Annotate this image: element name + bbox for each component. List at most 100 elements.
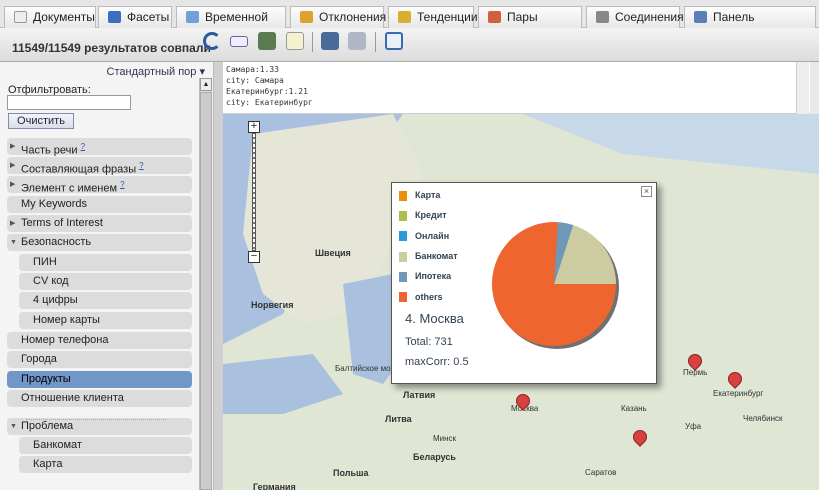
sidebar-scrollbar[interactable]: ▲	[199, 78, 212, 490]
facet-label: Составляющая фразы	[21, 163, 137, 176]
collapsed-arrow-icon[interactable]: ▶	[10, 138, 15, 155]
facet-item[interactable]: ▶ Часть речи ?	[7, 138, 192, 157]
sort-label: Стандартный пор	[106, 66, 197, 78]
refresh-icon[interactable]	[203, 32, 221, 50]
facet-item[interactable]: Банкомат	[19, 437, 192, 454]
legend-label: Ипотека	[415, 271, 452, 282]
help-link[interactable]: ?	[139, 161, 143, 170]
facet-label: Элемент с именем	[21, 182, 118, 195]
help-link[interactable]: ?	[120, 180, 124, 189]
info-scrollbar[interactable]	[796, 62, 809, 114]
map-label: Уфа	[685, 422, 702, 431]
facet-item[interactable]: Номер телефона	[7, 332, 192, 349]
info-line: city: Екатеринбург	[226, 98, 313, 107]
legend-item: Ипотека	[399, 271, 451, 282]
tab-connections[interactable]: Соединения	[586, 6, 684, 28]
expanded-arrow-icon[interactable]: ▼	[10, 418, 17, 435]
help-link[interactable]: ?	[81, 142, 85, 151]
legend-item: Кредит	[399, 210, 447, 221]
divider	[312, 32, 313, 52]
pie-chart	[492, 222, 619, 349]
map-label: Балтийское море	[335, 364, 400, 373]
facet-label: Номер телефона	[21, 334, 109, 346]
map-label: Минск	[433, 434, 457, 443]
facet-item[interactable]: ▶ Terms of Interest	[7, 215, 192, 232]
tab-trends[interactable]: Тенденции	[388, 6, 478, 28]
facet-item[interactable]: ▼ Безопасность	[7, 234, 192, 251]
facet-label: CV код	[33, 275, 69, 287]
tab-documents[interactable]: Документы	[4, 6, 96, 28]
zoom-slider[interactable]	[252, 133, 256, 251]
map-label: Беларусь	[413, 452, 456, 462]
facet-label: Банкомат	[33, 439, 82, 451]
connections-icon	[596, 11, 609, 23]
tab-facets[interactable]: Фасеты	[98, 6, 172, 28]
sidebar: Стандартный пор ▾ Отфильтровать: Очистит…	[0, 62, 214, 490]
collapsed-arrow-icon[interactable]: ▶	[10, 157, 15, 174]
forward-icon[interactable]	[348, 32, 366, 50]
facet-item[interactable]: ▶ Составляющая фразы ?	[7, 157, 192, 176]
expanded-arrow-icon[interactable]: ▼	[10, 234, 17, 251]
trends-icon	[398, 11, 411, 23]
tab-label: Тенденции	[417, 10, 478, 24]
tab-facet-pairs[interactable]: Пары фасетов	[478, 6, 582, 44]
facet-item[interactable]: ▶ Элемент с именем ?	[7, 176, 192, 195]
html-icon[interactable]	[230, 36, 248, 47]
scroll-thumb[interactable]	[200, 92, 212, 490]
scroll-up-icon[interactable]: ▲	[200, 78, 212, 91]
facet-item[interactable]: My Keywords	[7, 196, 192, 213]
legend-swatch	[399, 251, 407, 262]
facet-label: Часть речи	[21, 144, 78, 157]
toolbar: 11549/11549 результатов совпали	[0, 28, 819, 62]
tab-bar: Документы Фасеты Временной ряд Отклонени…	[0, 0, 819, 44]
edit-icon[interactable]	[286, 32, 304, 50]
save-icon[interactable]	[258, 32, 276, 50]
back-icon[interactable]	[321, 32, 339, 50]
sort-dropdown[interactable]: Стандартный пор ▾	[107, 65, 205, 78]
facet-item[interactable]: Номер карты	[19, 312, 192, 329]
facet-item[interactable]: Карта	[19, 456, 192, 473]
facet-item[interactable]: ПИН	[19, 254, 192, 271]
legend-item: Онлайн	[399, 231, 449, 242]
zoom-in-button[interactable]: +	[248, 121, 260, 133]
clear-button[interactable]: Очистить	[8, 113, 74, 129]
facet-item[interactable]: Продукты	[7, 371, 192, 388]
splitter[interactable]	[214, 62, 223, 490]
legend-label: Кредит	[415, 210, 447, 221]
map-label: Германия	[253, 482, 296, 490]
facet-label: Номер карты	[33, 314, 100, 326]
map-label: Екатеринбург	[713, 389, 764, 398]
map-info-popup: × Карта Кредит Онлайн Банкомат Ипотека others…	[391, 182, 657, 384]
collapsed-arrow-icon[interactable]: ▶	[10, 215, 15, 232]
facet-item[interactable]: Города	[7, 351, 192, 368]
facet-item[interactable]: Отношение клиента	[7, 390, 192, 407]
tab-dashboard[interactable]: Панель управления	[684, 6, 816, 44]
filter-input[interactable]	[7, 95, 131, 110]
map-label: Казань	[621, 404, 647, 413]
map-label: Саратов	[585, 468, 617, 477]
info-line: city: Самара	[226, 76, 284, 85]
facets-icon	[108, 11, 121, 23]
legend-swatch	[399, 292, 407, 303]
collapsed-arrow-icon[interactable]: ▶	[10, 176, 15, 193]
facet-label: ПИН	[33, 256, 57, 268]
facet-label: Отношение клиента	[21, 392, 124, 404]
popup-maxcorr: maxCorr: 0.5	[405, 356, 469, 368]
tab-label: Отклонения	[319, 10, 387, 24]
results-count: 11549/11549 результатов совпали	[12, 41, 211, 55]
panel-icon[interactable]	[385, 32, 403, 50]
zoom-out-button[interactable]: −	[248, 251, 260, 263]
tab-deviations[interactable]: Отклонения	[290, 6, 387, 28]
tab-label: Фасеты	[127, 10, 170, 24]
legend-label: Карта	[415, 190, 441, 200]
legend-swatch	[399, 231, 407, 242]
tab-timeseries[interactable]: Временной ряд	[176, 6, 286, 44]
info-line: Самара:1.33	[226, 65, 279, 74]
close-icon[interactable]: ×	[641, 186, 652, 197]
facet-label: Безопасность	[21, 236, 92, 248]
facet-label: Terms of Interest	[21, 217, 103, 229]
facet-item[interactable]: ▼ Проблема	[7, 418, 192, 435]
facet-item[interactable]: 4 цифры	[19, 292, 192, 309]
document-icon	[14, 11, 27, 23]
facet-item[interactable]: CV код	[19, 273, 192, 290]
